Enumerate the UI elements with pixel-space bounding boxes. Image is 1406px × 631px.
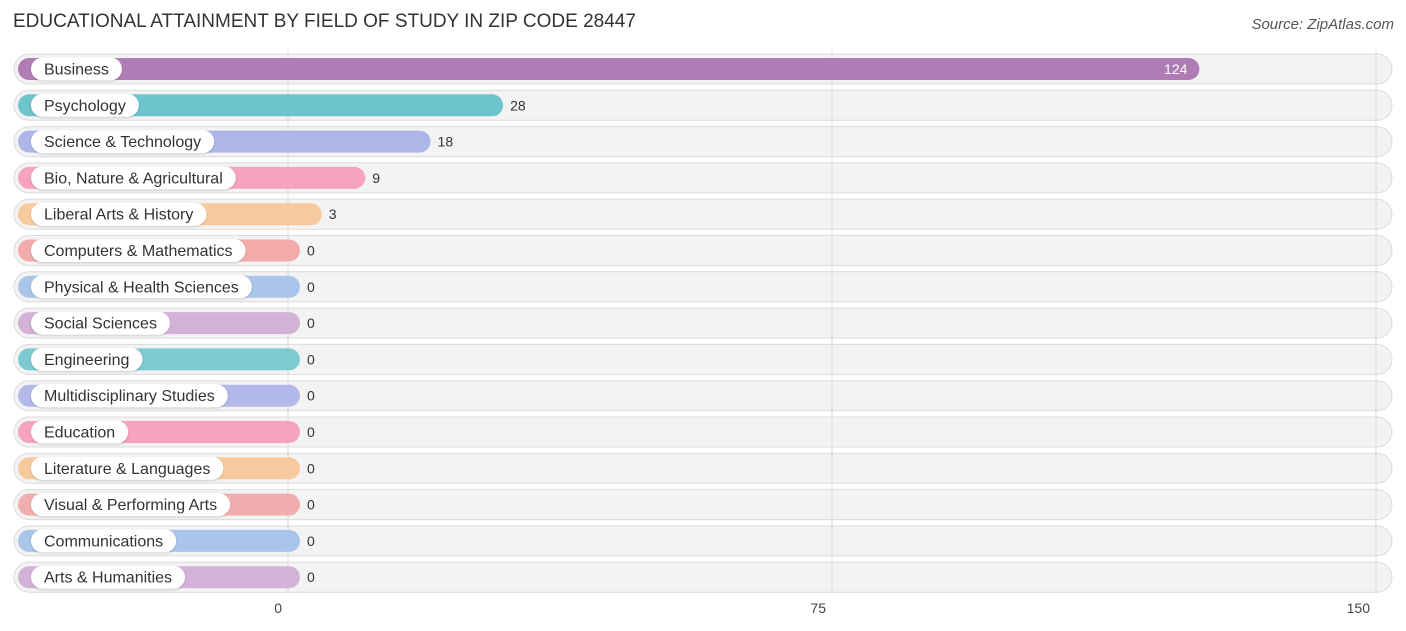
category-label: Social Sciences — [44, 316, 157, 333]
value-label: 0 — [307, 533, 315, 549]
category-label: Education — [44, 425, 115, 442]
category-label: Engineering — [44, 352, 129, 369]
value-label: 0 — [307, 569, 315, 585]
value-label: 124 — [1164, 61, 1188, 77]
category-label: Bio, Nature & Agricultural — [44, 170, 223, 187]
bar-group: Computers & Mathematics 0 — [18, 239, 315, 262]
bar-group: Physical & Health Sciences 0 — [18, 275, 315, 299]
value-label: 28 — [510, 97, 526, 113]
value-label: 0 — [307, 315, 315, 331]
x-tick-label: 0 — [274, 600, 282, 616]
category-label: Multidisciplinary Studies — [44, 388, 215, 405]
value-label: 0 — [307, 243, 315, 259]
bar-group: Engineering 0 — [18, 347, 315, 371]
bar-chart: Business 124 Psychology 28 Science & Technol… — [13, 50, 1393, 616]
bar-group: Science & Technology 18 — [18, 130, 454, 154]
category-label: Science & Technology — [44, 134, 201, 151]
bar-group: Arts & Humanities 0 — [18, 565, 315, 589]
value-label: 0 — [307, 388, 315, 404]
value-label: 9 — [372, 170, 380, 186]
value-label: 0 — [307, 497, 315, 513]
x-tick-label: 75 — [810, 600, 826, 616]
bar-group: Business 124 — [18, 57, 1200, 81]
category-label: Computers & Mathematics — [44, 243, 233, 260]
bar-group: Multidisciplinary Studies 0 — [18, 384, 315, 408]
value-label: 18 — [438, 134, 454, 150]
bar-group: Communications 0 — [18, 529, 315, 553]
category-label: Psychology — [44, 98, 126, 115]
category-label: Liberal Arts & History — [44, 207, 193, 224]
category-label: Literature & Languages — [44, 461, 210, 478]
bar-group: Visual & Performing Arts 0 — [18, 493, 315, 517]
category-label: Business — [44, 62, 109, 79]
value-label: 3 — [329, 206, 337, 222]
bar-group: Social Sciences 0 — [18, 311, 315, 335]
bar-group: Education 0 — [18, 420, 315, 444]
value-label: 0 — [307, 460, 315, 476]
bar-group: Literature & Languages 0 — [18, 456, 315, 480]
bar-group: Liberal Arts & History 3 — [18, 202, 337, 226]
value-label: 0 — [307, 424, 315, 440]
x-tick-label: 150 — [1347, 600, 1371, 616]
value-label: 0 — [307, 351, 315, 367]
bar — [18, 58, 1200, 80]
bar-group: Bio, Nature & Agricultural 9 — [18, 166, 380, 190]
value-label: 0 — [307, 279, 315, 295]
category-label: Arts & Humanities — [44, 570, 172, 587]
bar-group: Psychology 28 — [18, 93, 526, 117]
category-label: Physical & Health Sciences — [44, 279, 239, 296]
category-label: Communications — [44, 533, 163, 550]
category-label: Visual & Performing Arts — [44, 497, 217, 514]
